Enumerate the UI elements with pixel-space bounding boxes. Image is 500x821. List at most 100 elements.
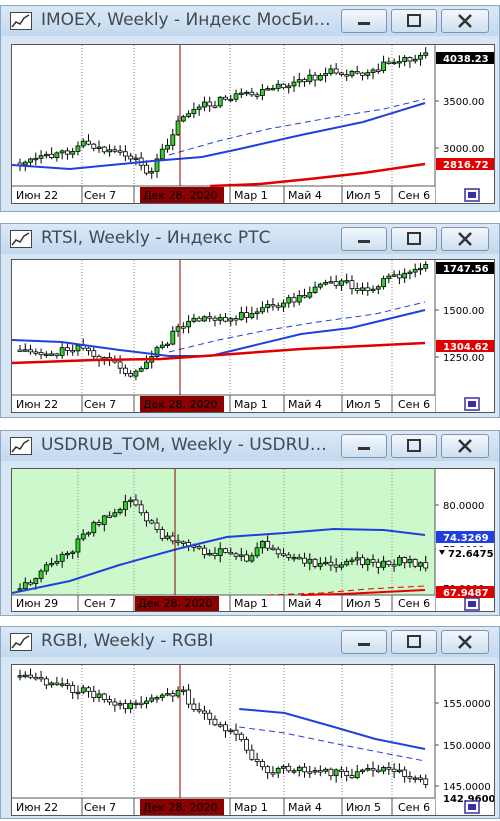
minimize-button[interactable] bbox=[341, 9, 387, 33]
price-axis-label: 150.0000 bbox=[443, 741, 491, 752]
bear-candle bbox=[254, 94, 260, 97]
bull-candle bbox=[22, 161, 28, 166]
bear-candle bbox=[180, 541, 186, 544]
bear-candle bbox=[360, 557, 365, 565]
window-title: IMOEX, Weekly - Индекс МосБиржи bbox=[41, 10, 333, 30]
bear-candle bbox=[122, 367, 128, 374]
maximize-button[interactable] bbox=[391, 227, 437, 251]
bear-candle bbox=[170, 693, 176, 697]
bear-candle bbox=[86, 140, 91, 145]
chart-window-rtsi[interactable]: RTSI, Weekly - Индекс РТС 1500.00 1250.00… bbox=[0, 223, 500, 418]
minimize-button[interactable] bbox=[341, 630, 387, 654]
bear-candle bbox=[386, 767, 392, 770]
title-bar[interactable]: IMOEX, Weekly - Индекс МосБиржи bbox=[1, 6, 499, 36]
bear-candle bbox=[275, 305, 281, 308]
bear-candle bbox=[339, 72, 344, 76]
bear-candle bbox=[349, 280, 355, 290]
time-axis-label: Июн 29 bbox=[16, 597, 58, 610]
bear-candle bbox=[212, 317, 218, 321]
bull-candle bbox=[38, 570, 44, 579]
bull-candle bbox=[238, 554, 244, 557]
minimize-button[interactable] bbox=[341, 434, 387, 458]
bear-candle bbox=[86, 687, 91, 692]
bear-candle bbox=[333, 68, 339, 74]
bear-candle bbox=[339, 769, 344, 772]
bear-candle bbox=[122, 703, 128, 710]
bull-candle bbox=[165, 144, 170, 150]
bear-candle bbox=[370, 559, 376, 563]
maximize-button[interactable] bbox=[391, 434, 437, 458]
crosshair-date-label: Дек 28, 2020 bbox=[138, 597, 213, 610]
bull-candle bbox=[117, 703, 123, 706]
bear-candle bbox=[386, 61, 392, 64]
plot-area bbox=[12, 469, 435, 595]
bear-candle bbox=[259, 761, 265, 768]
bull-candle bbox=[59, 347, 65, 356]
bear-candle bbox=[223, 724, 228, 732]
close-button[interactable] bbox=[441, 227, 489, 251]
bear-candle bbox=[91, 690, 97, 699]
bear-candle bbox=[333, 564, 339, 568]
bull-candle bbox=[365, 72, 371, 76]
bull-candle bbox=[312, 770, 318, 773]
chart-window-rgbi[interactable]: RGBI, Weekly - RGBI 155.0000 150.0000 145.… bbox=[0, 626, 500, 819]
bull-candle bbox=[107, 149, 112, 153]
close-button[interactable] bbox=[441, 630, 489, 654]
bear-candle bbox=[217, 724, 223, 727]
price-tag-label: 72.6475 bbox=[448, 549, 494, 560]
bear-candle bbox=[423, 778, 429, 785]
bear-candle bbox=[281, 553, 286, 556]
close-button[interactable] bbox=[441, 434, 489, 458]
bull-candle bbox=[281, 765, 286, 769]
chart-window-usdrub[interactable]: USDRUB_TOM, Weekly - USDRUB_T... 80.0000… bbox=[0, 430, 500, 616]
bull-candle bbox=[259, 307, 265, 313]
bear-candle bbox=[144, 164, 149, 174]
time-axis-label: Мар 1 bbox=[234, 189, 268, 202]
bull-candle bbox=[296, 766, 302, 772]
maximize-button[interactable] bbox=[391, 9, 437, 33]
bear-candle bbox=[254, 758, 260, 762]
price-axis-label: 1250.00 bbox=[443, 353, 484, 364]
title-bar[interactable]: RTSI, Weekly - Индекс РТС bbox=[1, 224, 499, 254]
bull-candle bbox=[217, 96, 223, 107]
chart-settings-icon-inner bbox=[468, 601, 476, 607]
bear-candle bbox=[233, 553, 239, 557]
bear-candle bbox=[175, 540, 181, 543]
bull-candle bbox=[381, 560, 386, 568]
minimize-button[interactable] bbox=[341, 227, 387, 251]
bear-candle bbox=[291, 297, 297, 303]
time-axis-label: Мар 1 bbox=[234, 597, 268, 610]
bull-candle bbox=[360, 287, 365, 291]
bull-candle bbox=[354, 557, 360, 561]
bear-candle bbox=[265, 766, 271, 773]
bear-candle bbox=[207, 316, 213, 319]
price-chart[interactable]: 3500.00 3000.00 4038.23 2816.72 Июн 22 Сен 7 М… bbox=[11, 44, 495, 204]
bull-candle bbox=[249, 313, 255, 318]
bull-candle bbox=[159, 694, 165, 698]
bear-candle bbox=[412, 558, 418, 567]
bull-candle bbox=[396, 557, 402, 566]
price-chart[interactable]: 80.000075.000070.000074.326972.647567.94… bbox=[11, 468, 495, 612]
bull-candle bbox=[328, 68, 334, 74]
chart-window-imoex[interactable]: IMOEX, Weekly - Индекс МосБиржи 3500.00 3… bbox=[0, 5, 500, 212]
bull-candle bbox=[149, 697, 155, 702]
price-chart[interactable]: 1500.00 1250.00 1747.56 1304.62 Июн 22 Сен 7 М… bbox=[11, 259, 495, 413]
bull-candle bbox=[391, 274, 397, 277]
maximize-button[interactable] bbox=[391, 630, 437, 654]
time-axis-label: Сен 6 bbox=[398, 398, 430, 411]
bull-candle bbox=[381, 767, 386, 772]
bear-candle bbox=[286, 765, 292, 772]
bear-candle bbox=[233, 729, 239, 735]
bear-candle bbox=[33, 351, 39, 354]
title-bar[interactable]: USDRUB_TOM, Weekly - USDRUB_T... bbox=[1, 431, 499, 461]
price-tag-label: 4038.23 bbox=[443, 54, 489, 65]
price-chart[interactable]: 155.0000 150.0000 145.0000 142.9600 Июн 22 Се… bbox=[11, 664, 495, 816]
bull-candle bbox=[391, 61, 397, 65]
close-button[interactable] bbox=[441, 9, 489, 33]
bear-candle bbox=[65, 347, 70, 351]
bear-candle bbox=[317, 770, 323, 773]
bear-candle bbox=[207, 101, 213, 107]
bear-candle bbox=[407, 57, 413, 62]
title-bar[interactable]: RGBI, Weekly - RGBI bbox=[1, 627, 499, 657]
chart-window-icon bbox=[10, 437, 32, 455]
